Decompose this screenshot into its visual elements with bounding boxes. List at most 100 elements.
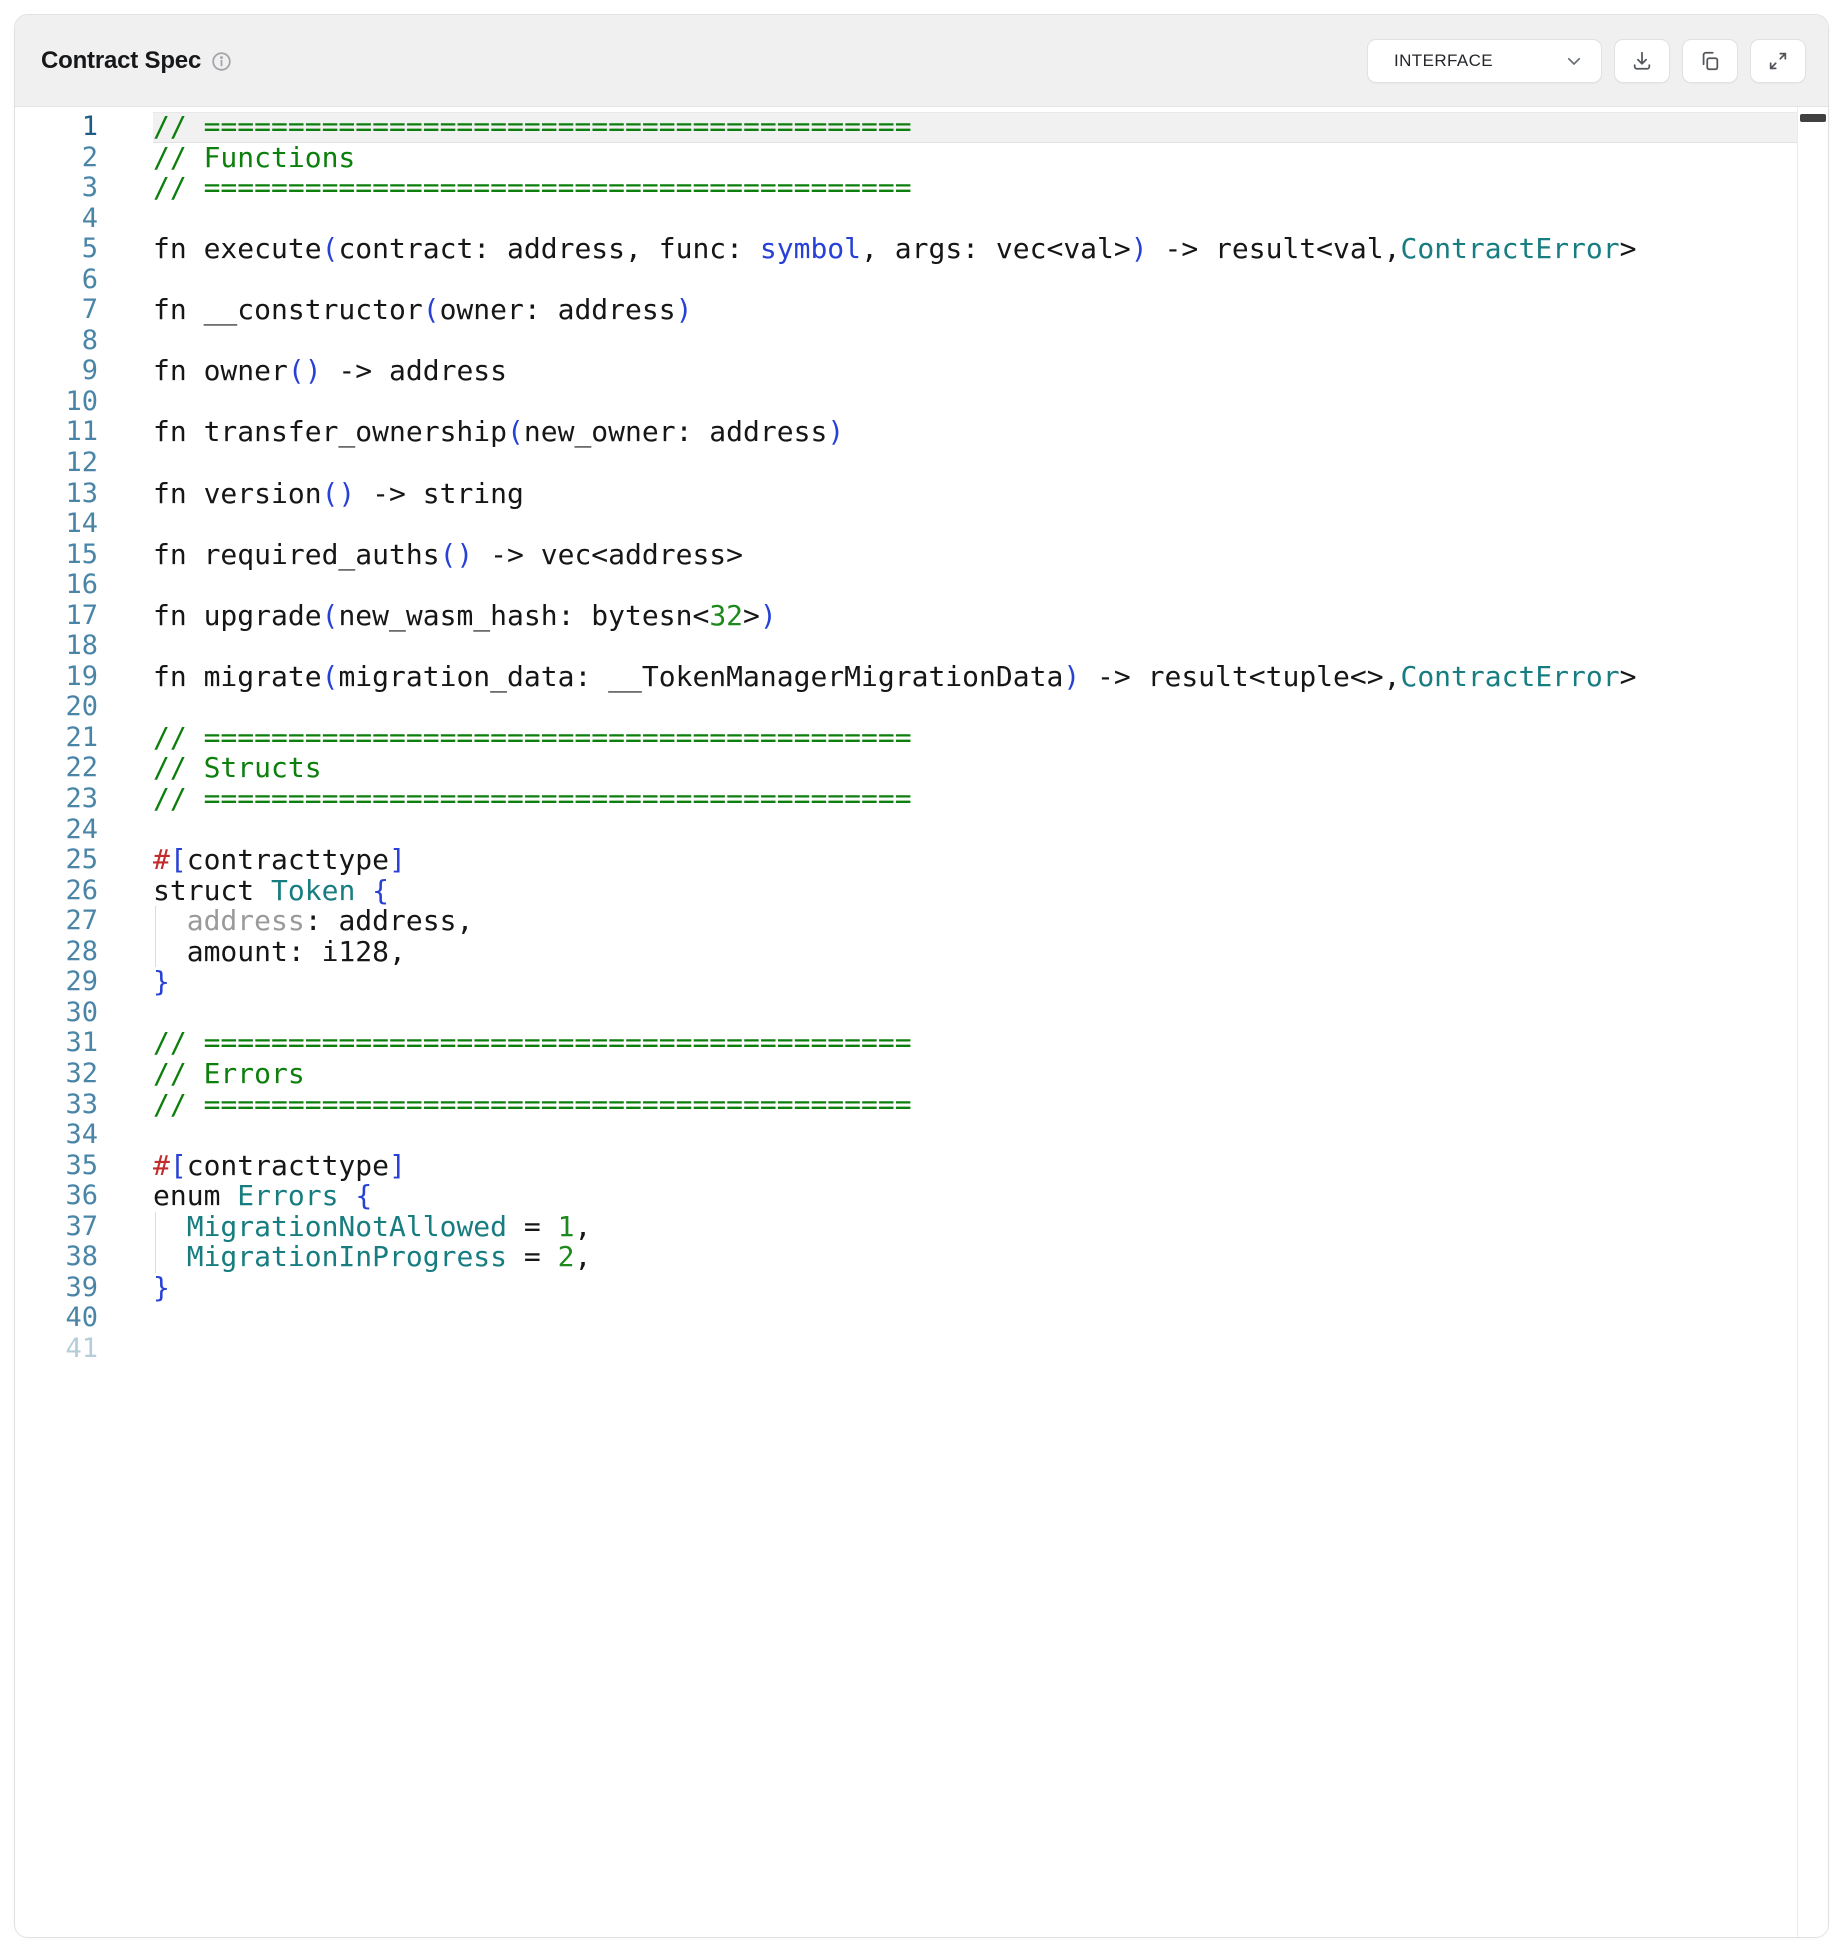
code-token: [153, 1240, 187, 1273]
code-line-content: // Structs: [153, 753, 1828, 784]
code-token: amount: i128,: [153, 935, 406, 968]
line-number: 31: [15, 1028, 98, 1059]
code-token: fn upgrade: [153, 599, 322, 632]
code-token: // Functions: [153, 141, 355, 174]
line-number: 11: [15, 417, 98, 448]
code-line-content: [153, 326, 1828, 357]
line-number: 29: [15, 967, 98, 998]
line-number: 32: [15, 1059, 98, 1090]
code-token: {: [355, 1179, 372, 1212]
code-line-content: [153, 570, 1828, 601]
code-token: address: [187, 904, 305, 937]
scrollbar-thumb[interactable]: [1800, 114, 1826, 122]
line-number: 15: [15, 540, 98, 571]
line-number: 6: [15, 265, 98, 296]
code-token: [355, 874, 372, 907]
code-viewer: 1// ====================================…: [15, 107, 1828, 1937]
code-line-content: // =====================================…: [153, 1028, 1828, 1059]
code-line-content: fn __constructor(owner: address): [153, 295, 1828, 326]
code-line: 17fn upgrade(new_wasm_hash: bytesn<32>): [15, 601, 1828, 632]
code-line-content: // =====================================…: [153, 112, 1828, 143]
code-line-content: enum Errors {: [153, 1181, 1828, 1212]
code-token: fn execute: [153, 232, 322, 265]
code-line-content: MigrationInProgress = 2,: [153, 1242, 1828, 1273]
code-line: 26struct Token {: [15, 876, 1828, 907]
line-number: 41: [15, 1334, 98, 1365]
line-number: 14: [15, 509, 98, 540]
code-line: 30: [15, 998, 1828, 1029]
code-line-content: [153, 1120, 1828, 1151]
fullscreen-button[interactable]: [1750, 39, 1806, 83]
line-number: 13: [15, 479, 98, 510]
code-line: 9fn owner() -> address: [15, 356, 1828, 387]
code-line: 37 MigrationNotAllowed = 1,: [15, 1212, 1828, 1243]
code-line-content: [153, 815, 1828, 846]
line-number: 27: [15, 906, 98, 937]
code-token: // =====================================…: [153, 1088, 912, 1121]
code-line-content: [153, 692, 1828, 723]
code-token: // =====================================…: [153, 110, 912, 143]
code-line: 8: [15, 326, 1828, 357]
code-token: fn version: [153, 477, 322, 510]
code-token: ContractError: [1400, 660, 1619, 693]
code-line: 23 // ===================================…: [15, 784, 1828, 815]
code-token: -> address: [322, 354, 507, 387]
line-number: 25: [15, 845, 98, 876]
code-token: =: [507, 1210, 558, 1243]
code-line-content: fn execute(contract: address, func: symb…: [153, 234, 1828, 265]
interface-dropdown[interactable]: INTERFACE: [1367, 39, 1602, 83]
code-line-content: }: [153, 1273, 1828, 1304]
scrollbar-track[interactable]: [1797, 107, 1828, 1937]
line-number: 40: [15, 1303, 98, 1334]
info-icon[interactable]: [211, 51, 232, 72]
code-token: (: [322, 660, 339, 693]
code-line-content: // =====================================…: [153, 784, 1828, 815]
line-number: 16: [15, 570, 98, 601]
code-line: 11fn transfer_ownership(new_owner: addre…: [15, 417, 1828, 448]
download-button[interactable]: [1614, 39, 1670, 83]
code-token: contracttype: [187, 843, 389, 876]
code-token: contracttype: [187, 1149, 389, 1182]
code-token: -> result<val,: [1148, 232, 1401, 265]
code-token: fn __constructor: [153, 293, 423, 326]
code-token: migration_data: __TokenManagerMigrationD…: [338, 660, 1063, 693]
code-line: 12: [15, 448, 1828, 479]
download-icon: [1631, 50, 1653, 72]
chevron-down-icon: [1565, 52, 1583, 70]
code-line: 5 fn execute(contract: address, func: sym…: [15, 234, 1828, 265]
code-line-content: fn migrate(migration_data: __TokenManage…: [153, 662, 1828, 693]
code-token: ): [1063, 660, 1080, 693]
copy-button[interactable]: [1682, 39, 1738, 83]
code-line: 38 MigrationInProgress = 2,: [15, 1242, 1828, 1273]
code-token: enum: [153, 1179, 237, 1212]
code-token: =: [507, 1240, 558, 1273]
code-token: ,: [574, 1210, 591, 1243]
code-line: 27 address: address,: [15, 906, 1828, 937]
code-token: (): [440, 538, 474, 571]
line-number: 5: [15, 234, 98, 265]
code-line-content: [153, 509, 1828, 540]
line-number: 22: [15, 753, 98, 784]
code-line: 20: [15, 692, 1828, 723]
code-token: 2: [558, 1240, 575, 1273]
code-line-content: [153, 265, 1828, 296]
line-number: 23: [15, 784, 98, 815]
line-number: 8: [15, 326, 98, 357]
code-line: 35#[contracttype]: [15, 1151, 1828, 1182]
code-token: [: [170, 843, 187, 876]
code-token: MigrationInProgress: [187, 1240, 507, 1273]
code-line-content: address: address,: [153, 906, 1828, 937]
code-line-content: fn upgrade(new_wasm_hash: bytesn<32>): [153, 601, 1828, 632]
line-number: 20: [15, 692, 98, 723]
code-line-content: fn required_auths() -> vec<address>: [153, 540, 1828, 571]
code-line: 19fn migrate(migration_data: __TokenMana…: [15, 662, 1828, 693]
code-token: new_wasm_hash: bytesn<: [338, 599, 709, 632]
code-line: 33// ===================================…: [15, 1090, 1828, 1121]
code-token: owner: address: [440, 293, 676, 326]
line-number: 4: [15, 204, 98, 235]
code-line: 39}: [15, 1273, 1828, 1304]
code-line-content: [153, 1303, 1828, 1334]
code-token: Errors: [237, 1179, 338, 1212]
code-line-content: MigrationNotAllowed = 1,: [153, 1212, 1828, 1243]
code-token: (): [322, 477, 356, 510]
